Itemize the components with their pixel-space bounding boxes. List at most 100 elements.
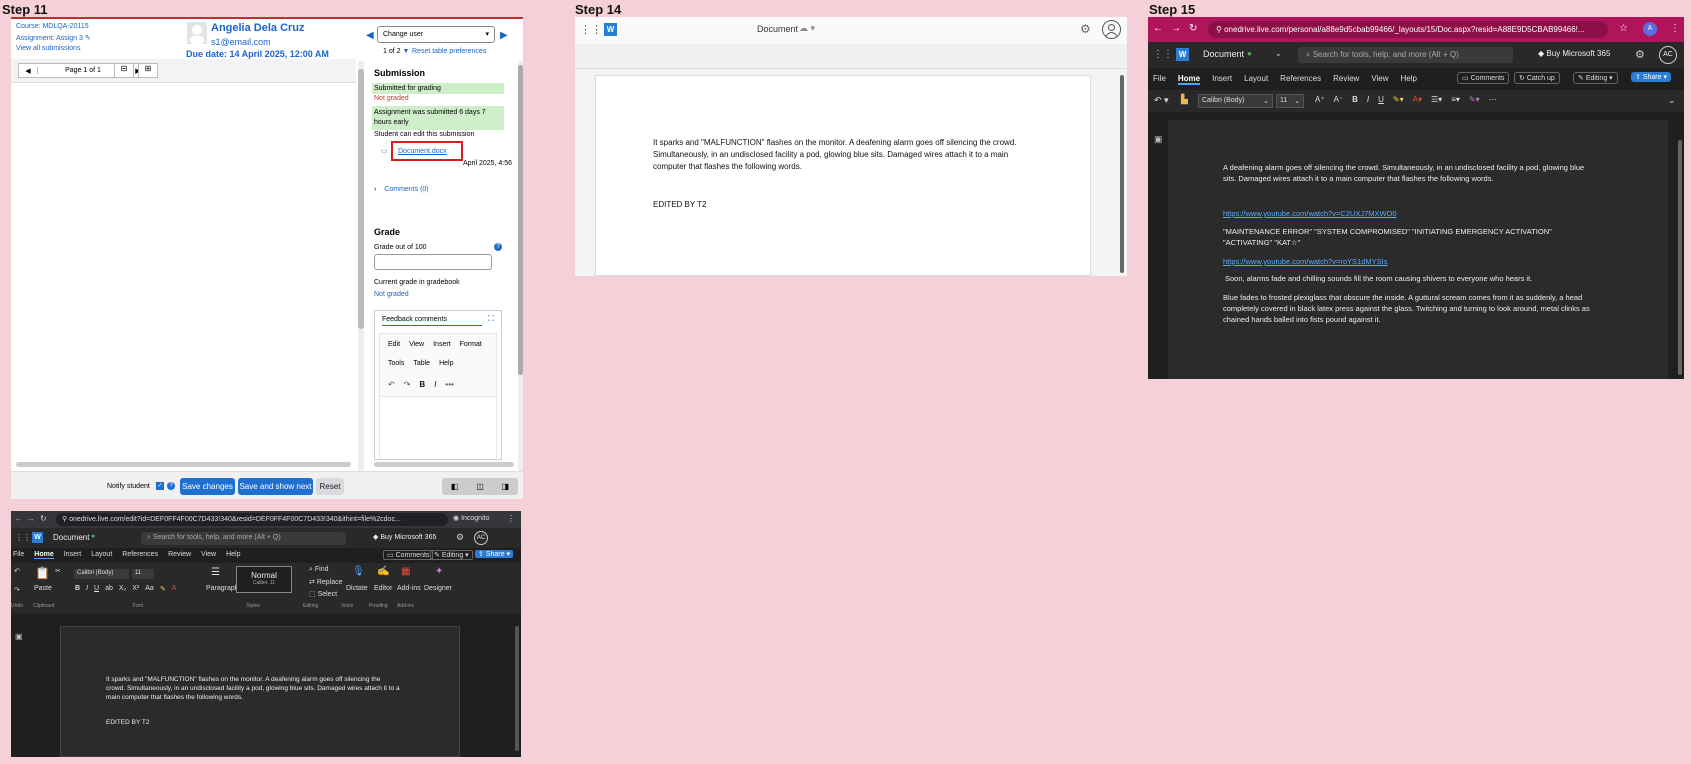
undo-icon[interactable]: ↶ [14, 567, 20, 575]
address-bar[interactable]: ⚲ onedrive.live.com/edit?id=DEF0FF4F00C7… [56, 513, 448, 526]
expand-comments-button[interactable]: ⊞ [138, 63, 158, 78]
app-launcher-icon[interactable]: ⋮⋮ [1153, 49, 1173, 60]
settings-icon[interactable]: ⚙ [1635, 48, 1645, 61]
prev-page-button[interactable]: ◀ [19, 67, 37, 75]
help-icon[interactable]: ? [494, 243, 502, 251]
catch-up-button[interactable]: ↻ Catch up [1514, 72, 1560, 84]
subscript-icon[interactable]: X₂ [119, 585, 126, 593]
addins-icon[interactable]: ▦ [401, 566, 410, 577]
navigation-pane-icon[interactable]: ▣ [15, 632, 23, 641]
address-bar[interactable]: ⚲ onedrive.live.com/personal/a88e9d5cbab… [1208, 21, 1608, 38]
layout-left-icon[interactable]: ◧ [442, 478, 467, 495]
tab-home[interactable]: Home [1177, 74, 1201, 85]
tab-layout[interactable]: Layout [1244, 74, 1268, 85]
forward-icon[interactable]: → [1171, 23, 1181, 34]
document-page[interactable]: A deafening alarm goes off silencing the… [1168, 120, 1668, 379]
share-button[interactable]: ⇪ Share ▾ [475, 550, 513, 558]
highlight-icon[interactable]: ✎▾ [1393, 95, 1404, 104]
notify-help-icon[interactable]: ? [167, 482, 175, 490]
more-options-icon[interactable]: ⋯ [1489, 95, 1497, 104]
shrink-font-icon[interactable]: A⁻ [1334, 95, 1344, 104]
comments-toggle[interactable]: › Comments (0) [374, 186, 429, 193]
dictate-label[interactable]: Dictate [346, 585, 368, 592]
app-launcher-icon[interactable]: ⋮⋮ [580, 23, 602, 36]
style-normal[interactable]: Normal Calibri, 11 [236, 566, 292, 593]
menu-view[interactable]: View [409, 341, 424, 348]
youtube-link-1[interactable]: https://www.youtube.com/watch?v=C2UXJ7MX… [1223, 209, 1397, 218]
student-email[interactable]: s1@email.com [211, 37, 271, 47]
document-page[interactable]: It sparks and "MALFUNCTION" flashes on t… [595, 75, 1091, 276]
assignment-link[interactable]: Assignment: Assign 3 ✎ [16, 34, 91, 42]
reload-icon[interactable]: ↻ [40, 514, 47, 523]
paragraph-label[interactable]: Paragraph [206, 585, 239, 592]
incognito-badge[interactable]: ◉ Incognito [453, 514, 489, 522]
replace-button[interactable]: ⇄ Replace [309, 578, 343, 586]
tab-layout[interactable]: Layout [91, 551, 112, 559]
settings-icon[interactable]: ⚙ [1080, 22, 1091, 36]
pane-horizontal-scrollbar[interactable] [374, 462, 514, 467]
designer-icon[interactable]: ✦ [435, 566, 443, 577]
reload-icon[interactable]: ↻ [1189, 23, 1197, 34]
bullets-icon[interactable]: ☰▾ [1431, 95, 1442, 104]
browser-menu-icon[interactable]: ⋮ [1670, 23, 1680, 34]
menu-help[interactable]: Help [439, 360, 453, 367]
profile-avatar[interactable]: A [1643, 22, 1657, 36]
save-and-show-next-button[interactable]: Save and show next [238, 478, 313, 495]
format-painter-icon[interactable]: ▙ [1181, 94, 1188, 105]
bold-icon[interactable]: B [419, 380, 425, 389]
undo-icon[interactable]: ↶ [388, 380, 395, 389]
bookmark-star-icon[interactable]: ☆ [1619, 23, 1628, 34]
find-button[interactable]: ⌕ Find [309, 566, 329, 574]
expand-icon[interactable]: ⛶ [488, 314, 494, 324]
document-title[interactable]: Document [757, 24, 798, 34]
font-color-icon[interactable]: A [172, 585, 177, 593]
tab-file[interactable]: File [13, 551, 24, 559]
tab-help[interactable]: Help [1401, 74, 1417, 85]
student-name[interactable]: Angelia Dela Cruz [211, 22, 305, 34]
menu-tools[interactable]: Tools [388, 360, 404, 367]
notify-checkbox[interactable]: ✓ [156, 482, 164, 490]
highlight-icon[interactable]: ✎ [160, 585, 166, 593]
cut-icon[interactable]: ✂ [55, 567, 61, 575]
share-button[interactable]: ⇪ Share ▾ [1631, 72, 1671, 82]
font-name-select[interactable]: Calibri (Body) [74, 569, 129, 579]
tab-references[interactable]: References [1280, 74, 1321, 85]
layout-split-icon[interactable]: ◫ [467, 478, 492, 495]
doc-scrollbar[interactable] [1678, 140, 1682, 375]
previous-user-icon[interactable]: ◀ [366, 30, 374, 41]
save-changes-button[interactable]: Save changes [180, 478, 235, 495]
back-icon[interactable]: ← [1153, 23, 1163, 34]
doc-scrollbar[interactable] [1120, 75, 1124, 273]
font-size-select[interactable]: 11 ⌄ [1276, 94, 1304, 108]
editor-body[interactable]: Edit View Insert Format Tools Table Help… [379, 333, 497, 458]
vertical-scrollbar[interactable] [358, 61, 364, 471]
paragraph-icon[interactable]: ☰ [211, 567, 220, 578]
tab-help[interactable]: Help [226, 551, 240, 559]
underline-icon[interactable]: U [1378, 95, 1384, 104]
site-info-icon[interactable]: ⚲ [1216, 25, 1224, 34]
document-title[interactable]: Document [53, 533, 89, 542]
redo-icon[interactable]: ↷ [404, 380, 411, 389]
tab-file[interactable]: File [1153, 74, 1166, 85]
comments-button[interactable]: ▭ Comments [1457, 72, 1510, 84]
view-all-submissions-link[interactable]: View all submissions [16, 45, 80, 52]
reset-button[interactable]: Reset [316, 478, 344, 495]
document-title[interactable]: Document [1203, 49, 1244, 59]
reset-table-preferences-link[interactable]: Reset table preferences [412, 48, 486, 55]
paste-label[interactable]: Paste [34, 585, 52, 592]
undo-icon[interactable]: ↶ ▾ [1154, 95, 1169, 106]
italic-icon[interactable]: I [434, 380, 436, 389]
bold-icon[interactable]: B [1352, 95, 1358, 104]
tab-view[interactable]: View [1371, 74, 1388, 85]
font-size-select[interactable]: 11 [132, 569, 154, 579]
align-icon[interactable]: ≡▾ [1451, 95, 1460, 104]
collapse-ribbon-icon[interactable]: ⌄ [1668, 95, 1676, 106]
account-avatar[interactable]: AC [474, 531, 488, 545]
microphone-icon[interactable]: 🎙 [352, 566, 365, 577]
menu-format[interactable]: Format [460, 341, 482, 348]
font-name-select[interactable]: Calibri (Body) ⌄ [1198, 94, 1273, 108]
redo-icon[interactable]: ↷ [14, 586, 20, 594]
account-avatar[interactable]: AC [1659, 46, 1677, 64]
doc-scrollbar[interactable] [515, 626, 519, 751]
editing-mode-button[interactable]: ✎ Editing ▾ [1573, 72, 1618, 84]
